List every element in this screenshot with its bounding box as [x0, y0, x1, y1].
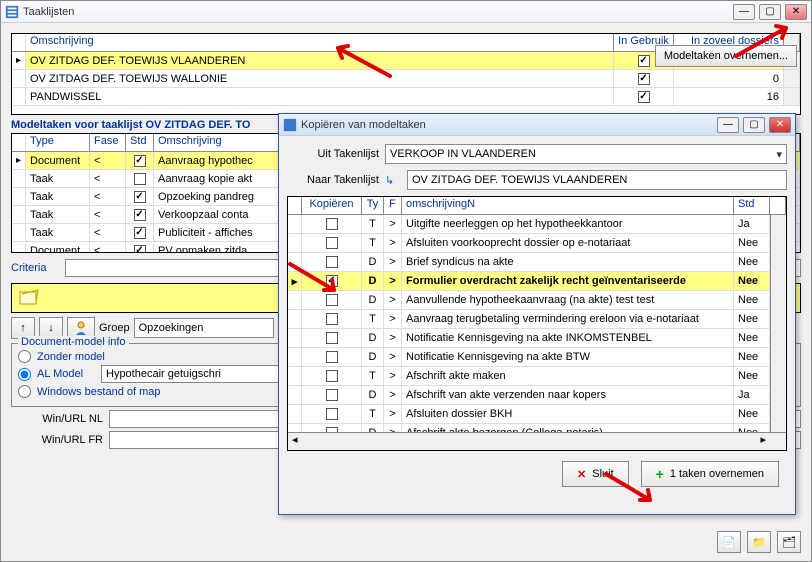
checkbox[interactable]: [326, 408, 338, 420]
dialog-title: Kopiëren van modeltaken: [301, 119, 717, 131]
plus-icon: +: [656, 466, 664, 482]
bottom-icon-3[interactable]: 🗂: [777, 531, 801, 553]
dialog-titlebar[interactable]: Kopiëren van modeltaken — ▢ ✕: [279, 114, 795, 136]
bottom-icon-2[interactable]: 📁: [747, 531, 771, 553]
main-title: Taaklijsten: [23, 6, 733, 18]
col-omschrijvingn[interactable]: omschrijvingN: [402, 197, 734, 214]
col-dialog-std[interactable]: Std: [734, 197, 770, 214]
close-x-icon: ✕: [577, 468, 586, 481]
col-fase[interactable]: Fase: [90, 134, 126, 151]
close-button[interactable]: ✕: [785, 4, 807, 20]
table-row[interactable]: D>Notificatie Kennisgeving na akte INKOM…: [288, 329, 786, 348]
checkbox[interactable]: [326, 389, 338, 401]
checkbox[interactable]: [638, 73, 650, 85]
dialog-grid[interactable]: Kopiëren Ty F omschrijvingN Std T>Uitgif…: [287, 196, 787, 451]
table-row[interactable]: T>Aanvraag terugbetaling vermindering er…: [288, 310, 786, 329]
groep-input[interactable]: [134, 318, 274, 338]
radio-zonder-model[interactable]: [18, 350, 31, 363]
uit-takenlijst-label: Uit Takenlijst: [287, 148, 379, 160]
table-row[interactable]: OV ZITDAG DEF. TOEWIJS WALLONIE0: [12, 70, 800, 88]
note-icon: [18, 288, 42, 308]
table-row[interactable]: D>Aanvullende hypotheekaanvraag (na akte…: [288, 291, 786, 310]
col-type[interactable]: Type: [26, 134, 90, 151]
table-row[interactable]: ▸D>Formulier overdracht zakelijk recht g…: [288, 272, 786, 291]
fieldset-legend: Document-model info: [18, 336, 129, 348]
table-row[interactable]: PANDWISSEL16: [12, 88, 800, 106]
maximize-button[interactable]: ▢: [759, 4, 781, 20]
table-row[interactable]: T>Afsluiten dossier BKHNee: [288, 405, 786, 424]
col-kopieren[interactable]: Kopiëren: [302, 197, 362, 214]
person-icon: [73, 320, 89, 336]
bottom-icon-1[interactable]: 📄: [717, 531, 741, 553]
dialog-maximize-button[interactable]: ▢: [743, 117, 765, 133]
dialog-close-button[interactable]: ✕: [769, 117, 791, 133]
sluit-button[interactable]: ✕Sluit: [562, 461, 629, 487]
checkbox[interactable]: [134, 209, 146, 221]
checkbox[interactable]: [326, 275, 338, 287]
checkbox[interactable]: [134, 245, 146, 254]
dialog-minimize-button[interactable]: —: [717, 117, 739, 133]
uit-takenlijst-select[interactable]: VERKOOP IN VLAANDEREN: [385, 144, 787, 164]
checkbox[interactable]: [326, 294, 338, 306]
checkbox[interactable]: [134, 227, 146, 239]
checkbox[interactable]: [326, 370, 338, 382]
col-omschrijving[interactable]: Omschrijving: [26, 34, 614, 51]
horizontal-scrollbar[interactable]: ◂▸: [288, 432, 786, 450]
checkbox[interactable]: [638, 91, 650, 103]
checkbox[interactable]: [326, 332, 338, 344]
table-row[interactable]: T>Afschrift akte makenNee: [288, 367, 786, 386]
arrow-right-icon: ↳: [385, 174, 399, 187]
table-row[interactable]: D>Brief syndicus na akteNee: [288, 253, 786, 272]
table-row[interactable]: T>Afsluiten voorkooprecht dossier op e-n…: [288, 234, 786, 253]
kopieren-dialog: Kopiëren van modeltaken — ▢ ✕ Uit Takenl…: [278, 113, 796, 515]
criteria-label: Criteria: [11, 262, 65, 274]
checkbox[interactable]: [326, 313, 338, 325]
radio-windows-bestand[interactable]: [18, 385, 31, 398]
radio-al-model[interactable]: [18, 368, 31, 381]
vertical-scrollbar[interactable]: [770, 215, 786, 432]
row-marker-header: [12, 34, 26, 51]
groep-label: Groep: [99, 322, 130, 334]
app-icon: [5, 5, 19, 19]
url-nl-label: Win/URL NL: [11, 413, 103, 425]
checkbox[interactable]: [326, 351, 338, 363]
checkbox[interactable]: [326, 237, 338, 249]
table-row[interactable]: D>Afschrift van akte verzenden naar kope…: [288, 386, 786, 405]
col-std[interactable]: Std: [126, 134, 154, 151]
checkbox[interactable]: [134, 173, 146, 185]
main-titlebar[interactable]: Taaklijsten — ▢ ✕: [1, 1, 811, 23]
col-f[interactable]: F: [384, 197, 402, 214]
table-row[interactable]: D>Notificatie Kennisgeving na akte BTWNe…: [288, 348, 786, 367]
checkbox[interactable]: [326, 218, 338, 230]
overnemen-button[interactable]: +1 taken overnemen: [641, 461, 779, 487]
checkbox[interactable]: [638, 55, 650, 67]
checkbox[interactable]: [134, 191, 146, 203]
naar-takenlijst-label: Naar Takenlijst: [287, 174, 379, 186]
checkbox[interactable]: [326, 256, 338, 268]
col-ty[interactable]: Ty: [362, 197, 384, 214]
dialog-icon: [283, 118, 297, 132]
url-fr-label: Win/URL FR: [11, 434, 103, 446]
modeltaken-overnemen-button[interactable]: Modeltaken overnemen...: [655, 45, 797, 67]
naar-takenlijst-input[interactable]: [407, 170, 787, 190]
checkbox[interactable]: [134, 155, 146, 167]
table-row[interactable]: T>Uitgifte neerleggen op het hypotheekka…: [288, 215, 786, 234]
minimize-button[interactable]: —: [733, 4, 755, 20]
